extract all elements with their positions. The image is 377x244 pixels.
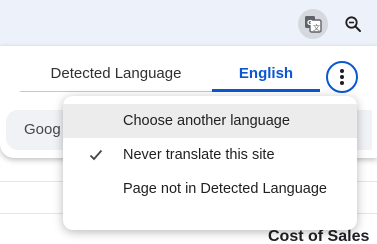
search-row-text: Goog — [24, 121, 61, 138]
menu-item-label: Page not in Detected Language — [123, 181, 327, 197]
more-vert-icon-dot — [340, 75, 344, 79]
language-tabs: Detected Language English — [20, 60, 320, 92]
menu-item-never-translate[interactable]: Never translate this site — [63, 138, 357, 172]
page-heading: Cost of Sales — [268, 228, 370, 244]
browser-toolbar: G 文 — [0, 0, 377, 46]
check-icon — [89, 149, 103, 161]
svg-text:文: 文 — [313, 23, 320, 32]
translate-button[interactable]: G 文 — [298, 9, 328, 39]
translate-icon: G 文 — [305, 16, 322, 33]
menu-item-label: Never translate this site — [123, 147, 275, 163]
menu-item-page-not-in-language[interactable]: Page not in Detected Language — [63, 172, 357, 206]
tab-detected-language[interactable]: Detected Language — [20, 60, 212, 92]
menu-item-label: Choose another language — [123, 113, 290, 129]
zoom-out-icon — [345, 16, 361, 32]
menu-item-choose-language[interactable]: Choose another language — [63, 104, 357, 138]
zoom-button[interactable] — [338, 9, 368, 39]
tab-english[interactable]: English — [212, 60, 320, 92]
more-vert-icon — [340, 69, 344, 73]
translate-options-menu: Choose another language Never translate … — [63, 96, 357, 230]
more-vert-icon-dot — [340, 81, 344, 85]
more-options-button[interactable] — [326, 61, 358, 93]
